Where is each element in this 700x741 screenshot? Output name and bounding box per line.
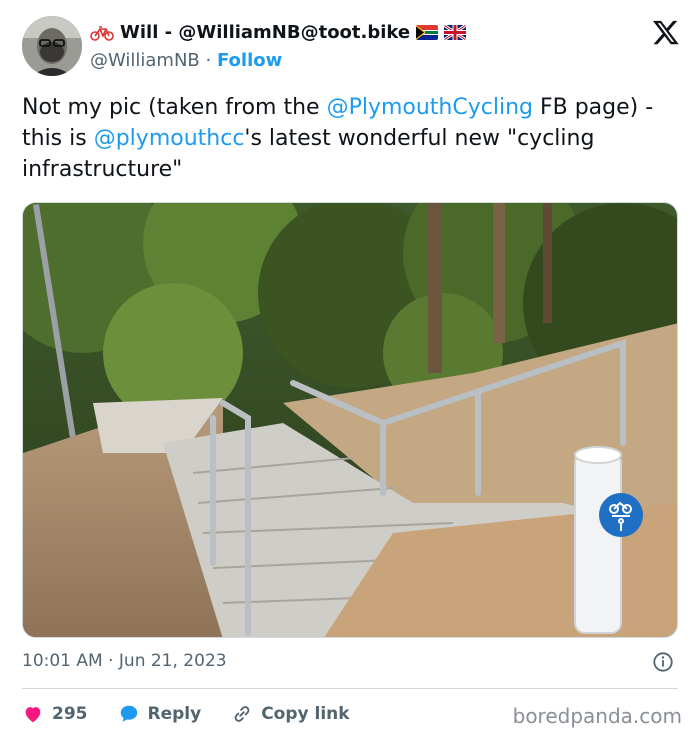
like-count: 295 xyxy=(52,704,88,724)
tweet-text: Not my pic (taken from the @PlymouthCycl… xyxy=(22,92,682,185)
south-africa-flag-icon xyxy=(416,25,439,40)
reply-label: Reply xyxy=(147,704,202,724)
reply-button[interactable]: Reply xyxy=(118,703,202,725)
tweet-header: Will - @WilliamNB@toot.bike @WilliamNB ·… xyxy=(22,14,682,78)
tweet-timestamp[interactable]: 10:01 AM · Jun 21, 2023 xyxy=(22,651,227,671)
mention-link-plymouthcycling[interactable]: @PlymouthCycling xyxy=(327,95,533,120)
author-handle[interactable]: @WilliamNB xyxy=(90,50,200,71)
x-logo-icon[interactable] xyxy=(652,18,680,46)
mention-link-plymouthcc[interactable]: @plymouthcc xyxy=(94,126,245,151)
tweet-text-part: Not my pic (taken from the xyxy=(22,95,327,120)
author-name-row[interactable]: Will - @WilliamNB@toot.bike xyxy=(90,22,467,43)
copy-link-label: Copy link xyxy=(261,704,350,724)
author-display-name[interactable]: Will - @WilliamNB@toot.bike xyxy=(120,22,410,43)
like-button[interactable]: 295 xyxy=(22,703,88,725)
avatar[interactable] xyxy=(22,16,82,76)
follow-button[interactable]: Follow xyxy=(217,50,282,71)
bicycle-emoji-icon xyxy=(90,25,114,41)
divider xyxy=(22,688,678,689)
separator-dot: · xyxy=(205,50,217,71)
author-handle-row: @WilliamNB · Follow xyxy=(90,50,282,71)
watermark: boredpanda.com xyxy=(512,704,682,728)
copy-link-button[interactable]: Copy link xyxy=(231,703,350,725)
tweet-photo[interactable] xyxy=(22,202,678,638)
uk-flag-icon xyxy=(444,25,467,40)
action-bar: 295 Reply Copy link xyxy=(22,700,350,728)
info-icon[interactable] xyxy=(652,651,674,673)
link-icon xyxy=(234,706,250,722)
heart-icon xyxy=(25,707,41,723)
speech-bubble-icon xyxy=(120,705,137,722)
